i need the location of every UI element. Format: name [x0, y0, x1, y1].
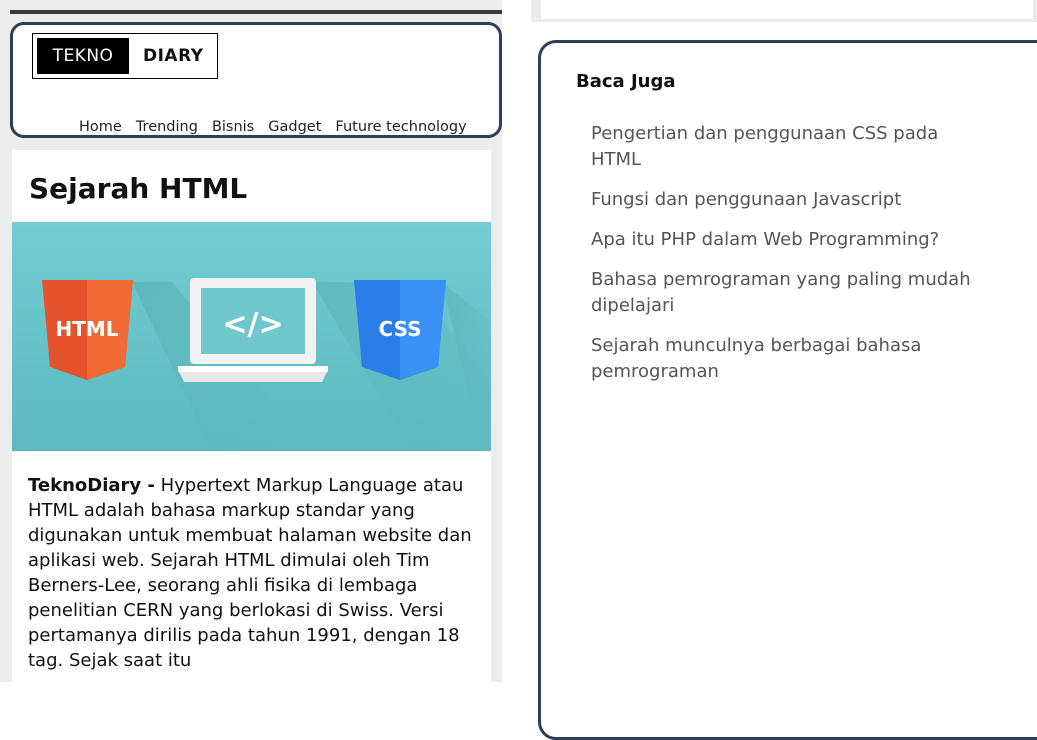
- related-link-php[interactable]: Apa itu PHP dalam Web Programming?: [591, 227, 991, 253]
- left-panel: TEKNO DIARY Home Trending Bisnis Gadget …: [0, 0, 502, 682]
- css-shield-label: CSS: [379, 317, 422, 341]
- related-link-language-history[interactable]: Sejarah munculnya berbagai bahasa pemrog…: [591, 333, 991, 385]
- logo-text-diary: DIARY: [143, 46, 204, 66]
- article-title: Sejarah HTML: [29, 172, 248, 205]
- related-link-javascript[interactable]: Fungsi dan penggunaan Javascript: [591, 187, 991, 213]
- html-shield-label: HTML: [55, 317, 118, 341]
- related-articles-list: Pengertian dan penggunaan CSS pada HTML …: [591, 121, 991, 399]
- top-divider: [10, 10, 502, 14]
- logo-text-tekno: TEKNO: [37, 38, 129, 74]
- nav-item-home[interactable]: Home: [79, 119, 122, 135]
- list-item: Fungsi dan penggunaan Javascript: [591, 187, 991, 213]
- site-header: TEKNO DIARY Home Trending Bisnis Gadget …: [10, 22, 502, 138]
- article-body: TeknoDiary - Hypertext Markup Language a…: [28, 473, 484, 673]
- article: Sejarah HTML HTML </> CSS TeknoDiary - H…: [12, 150, 491, 682]
- sidebar-heading: Baca Juga: [576, 71, 676, 92]
- article-body-lead: TeknoDiary -: [28, 475, 155, 496]
- nav-item-trending[interactable]: Trending: [136, 119, 198, 135]
- article-body-text: Hypertext Markup Language atau HTML adal…: [28, 475, 472, 671]
- css-shield-icon: CSS: [354, 280, 446, 380]
- nav-item-future-technology[interactable]: Future technology: [335, 119, 466, 135]
- code-brackets-label: </>: [222, 307, 283, 342]
- html-shield-icon: HTML: [42, 280, 133, 380]
- related-articles-sidebar: Baca Juga Pengertian dan penggunaan CSS …: [538, 40, 1037, 740]
- hero-image: HTML </> CSS: [12, 222, 491, 451]
- main-nav: Home Trending Bisnis Gadget Future techn…: [79, 119, 481, 135]
- related-link-css[interactable]: Pengertian dan penggunaan CSS pada HTML: [591, 121, 991, 173]
- list-item: Bahasa pemrograman yang paling mudah dip…: [591, 267, 991, 319]
- related-link-easiest-language[interactable]: Bahasa pemrograman yang paling mudah dip…: [591, 267, 991, 319]
- nav-item-gadget[interactable]: Gadget: [268, 119, 321, 135]
- nav-item-bisnis[interactable]: Bisnis: [212, 119, 254, 135]
- list-item: Sejarah munculnya berbagai bahasa pemrog…: [591, 333, 991, 385]
- list-item: Pengertian dan penggunaan CSS pada HTML: [591, 121, 991, 173]
- site-logo[interactable]: TEKNO DIARY: [32, 33, 218, 79]
- laptop-code-icon: </>: [178, 278, 328, 382]
- right-top-strip: [531, 0, 1037, 22]
- right-top-box: [541, 0, 1033, 19]
- list-item: Apa itu PHP dalam Web Programming?: [591, 227, 991, 253]
